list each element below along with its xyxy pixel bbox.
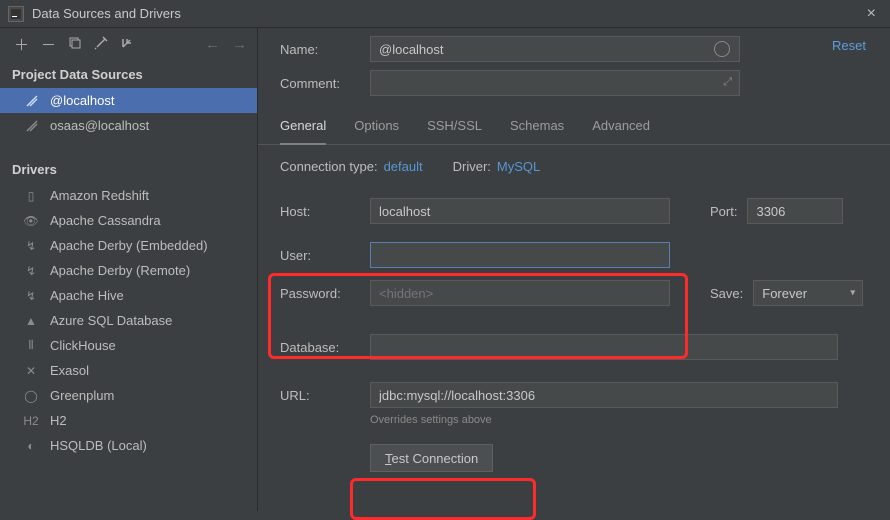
tabs-bar: General Options SSH/SSL Schemas Advanced: [258, 106, 890, 145]
port-input[interactable]: [747, 198, 843, 224]
driver-item[interactable]: ↯ Apache Derby (Remote): [0, 258, 257, 283]
app-logo-icon: [8, 6, 24, 22]
add-button[interactable]: ＋: [14, 34, 29, 55]
tab-sshssl[interactable]: SSH/SSL: [427, 112, 482, 144]
password-input[interactable]: [370, 280, 670, 306]
url-hint: Overrides settings above: [258, 412, 890, 426]
drivers-header: Drivers: [0, 158, 257, 183]
database-input[interactable]: [370, 334, 838, 360]
comment-label: Comment:: [280, 76, 360, 91]
driver-item[interactable]: ↯ Apache Hive: [0, 283, 257, 308]
driver-icon: ▯: [22, 189, 40, 203]
status-indicator-icon: [714, 41, 730, 57]
tab-advanced[interactable]: Advanced: [592, 112, 650, 144]
sidebar-toolbar: ＋ － ← →: [0, 28, 257, 63]
driver-label: Greenplum: [50, 388, 114, 403]
driver-label: Apache Derby (Remote): [50, 263, 190, 278]
driver-item[interactable]: ◯ Greenplum: [0, 383, 257, 408]
title-bar: Data Sources and Drivers ×: [0, 0, 890, 28]
host-input[interactable]: [370, 198, 670, 224]
driver-item[interactable]: 👁 Apache Cassandra: [0, 208, 257, 233]
copy-button[interactable]: [68, 36, 82, 54]
driver-icon: ◐: [22, 439, 40, 453]
data-source-item[interactable]: @localhost: [0, 88, 257, 113]
data-source-item[interactable]: osaas@localhost: [0, 113, 257, 138]
datasource-icon: [24, 94, 40, 108]
driver-icon: 👁: [22, 214, 40, 228]
driver-icon: H2: [22, 414, 40, 428]
driver-link[interactable]: MySQL: [497, 159, 540, 174]
sidebar: ＋ － ← → Project Data Sources @localhost …: [0, 28, 258, 511]
driver-item[interactable]: ▯ Amazon Redshift: [0, 183, 257, 208]
data-source-label: @localhost: [50, 93, 115, 108]
driver-item[interactable]: H2 H2: [0, 408, 257, 433]
driver-icon: ↯: [22, 289, 40, 303]
driver-icon: ✕: [22, 364, 40, 378]
driver-icon: ⦀: [22, 339, 40, 353]
driver-label: Apache Derby (Embedded): [50, 238, 208, 253]
test-connection-button[interactable]: Test Connection: [370, 444, 493, 472]
driver-label: Amazon Redshift: [50, 188, 149, 203]
user-input[interactable]: [370, 242, 670, 268]
driver-item[interactable]: ✕ Exasol: [0, 358, 257, 383]
datasource-icon: [24, 119, 40, 133]
port-label: Port:: [710, 204, 737, 219]
tab-general[interactable]: General: [280, 112, 326, 145]
url-label: URL:: [280, 388, 360, 403]
save-select[interactable]: [753, 280, 863, 306]
revert-button[interactable]: [120, 36, 134, 54]
driver-label: Exasol: [50, 363, 89, 378]
driver-item[interactable]: ▲ Azure SQL Database: [0, 308, 257, 333]
remove-button[interactable]: －: [41, 34, 56, 55]
tab-schemas[interactable]: Schemas: [510, 112, 564, 144]
driver-label: Apache Cassandra: [50, 213, 161, 228]
tab-options[interactable]: Options: [354, 112, 399, 144]
driver-item[interactable]: ◐ HSQLDB (Local): [0, 433, 257, 458]
name-input[interactable]: [370, 36, 740, 62]
driver-label: Driver:: [453, 159, 491, 174]
driver-item[interactable]: ↯ Apache Derby (Embedded): [0, 233, 257, 258]
nav-back-button[interactable]: ←: [205, 36, 220, 53]
name-label: Name:: [280, 42, 360, 57]
driver-item[interactable]: ⦀ ClickHouse: [0, 333, 257, 358]
connection-type-link[interactable]: default: [384, 159, 423, 174]
driver-label: HSQLDB (Local): [50, 438, 147, 453]
user-label: User:: [280, 248, 360, 263]
data-source-label: osaas@localhost: [50, 118, 149, 133]
host-label: Host:: [280, 204, 360, 219]
content-panel: Reset Name: Comment: ⤢ General Options S…: [258, 28, 890, 511]
driver-label: Apache Hive: [50, 288, 124, 303]
driver-icon: ▲: [22, 314, 40, 328]
driver-icon: ↯: [22, 264, 40, 278]
url-input[interactable]: [370, 382, 838, 408]
connection-type-label: Connection type:: [280, 159, 378, 174]
settings-button[interactable]: [94, 36, 108, 54]
reset-link[interactable]: Reset: [832, 38, 866, 53]
save-label: Save:: [710, 286, 743, 301]
password-label: Password:: [280, 286, 360, 301]
comment-input[interactable]: [370, 70, 740, 96]
nav-forward-button[interactable]: →: [232, 36, 247, 53]
expand-icon[interactable]: ⤢: [723, 76, 732, 89]
driver-label: H2: [50, 413, 67, 428]
close-button[interactable]: ×: [861, 5, 882, 23]
driver-label: Azure SQL Database: [50, 313, 172, 328]
driver-label: ClickHouse: [50, 338, 116, 353]
highlight-test-connection: [350, 478, 536, 520]
driver-icon: ◯: [22, 389, 40, 403]
database-label: Database:: [280, 340, 360, 355]
window-title: Data Sources and Drivers: [32, 6, 861, 21]
data-sources-header: Project Data Sources: [0, 63, 257, 88]
driver-icon: ↯: [22, 239, 40, 253]
